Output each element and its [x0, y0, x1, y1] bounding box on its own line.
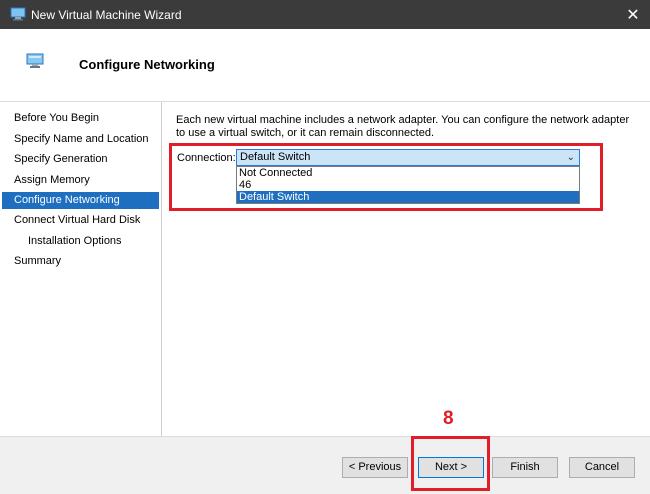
step-number-annotation: 8 — [443, 408, 454, 429]
finish-button[interactable]: Finish — [492, 457, 558, 478]
hyper-v-icon — [10, 7, 26, 21]
nav-item-configure-networking[interactable]: Configure Networking — [2, 192, 159, 209]
nav-item-assign-memory[interactable]: Assign Memory — [2, 172, 159, 189]
nav-item-installation-options[interactable]: Installation Options — [2, 233, 159, 250]
cancel-button[interactable]: Cancel — [569, 457, 635, 478]
close-icon: ✕ — [626, 6, 640, 24]
window-title: New Virtual Machine Wizard — [31, 8, 182, 22]
highlight-box-next — [411, 436, 490, 491]
page-title: Configure Networking — [79, 57, 215, 72]
network-monitor-icon — [26, 53, 44, 68]
button-bar: < Previous Next > Finish Cancel — [0, 436, 650, 494]
nav-item-specify-generation[interactable]: Specify Generation — [2, 151, 159, 168]
title-bar: New Virtual Machine Wizard ✕ — [0, 0, 650, 29]
wizard-header: Configure Networking — [0, 29, 650, 102]
description-text: Each new virtual machine includes a netw… — [176, 114, 630, 139]
nav-item-specify-name[interactable]: Specify Name and Location — [2, 131, 159, 148]
close-button[interactable]: ✕ — [616, 0, 650, 29]
nav-item-summary[interactable]: Summary — [2, 253, 159, 270]
nav-item-connect-vhd[interactable]: Connect Virtual Hard Disk — [2, 212, 159, 229]
previous-button[interactable]: < Previous — [342, 457, 408, 478]
wizard-nav: Before You Begin Specify Name and Locati… — [2, 102, 162, 436]
highlight-box-connection — [169, 143, 603, 211]
nav-item-before-you-begin[interactable]: Before You Begin — [2, 110, 159, 127]
